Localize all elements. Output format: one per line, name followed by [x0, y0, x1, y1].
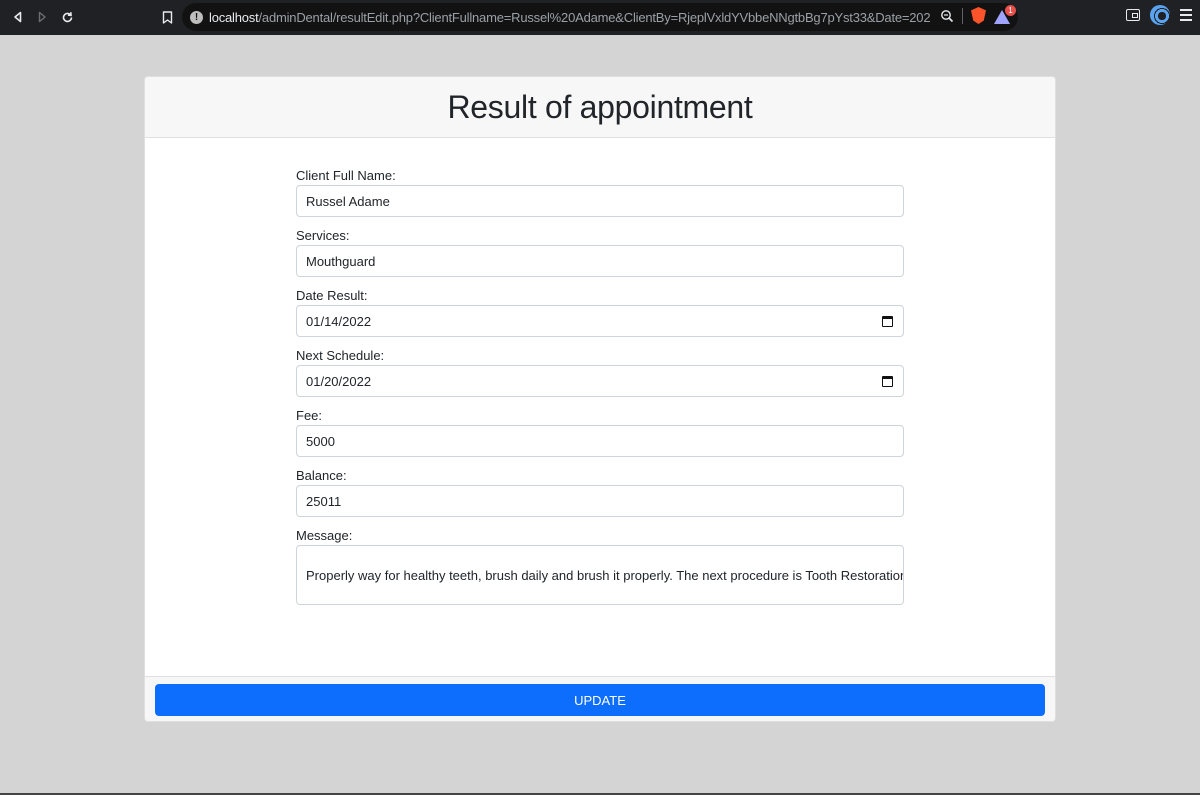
url-divider — [962, 7, 963, 24]
url-text[interactable]: localhost/adminDental/resultEdit.php?Cli… — [209, 10, 931, 25]
address-bar-tools: 1 — [940, 4, 1016, 24]
profile-avatar-icon[interactable] — [1150, 5, 1170, 25]
fee-input[interactable]: 5000 — [296, 425, 904, 457]
page-title: Result of appointment — [447, 88, 753, 125]
menu-icon[interactable] — [1180, 9, 1192, 21]
message-field-group: Message: Properly way for healthy teeth,… — [296, 527, 905, 605]
url-host: localhost — [209, 9, 259, 25]
url-path: /adminDental/resultEdit.php?ClientFullna… — [258, 9, 931, 25]
services-input[interactable]: Mouthguard — [296, 245, 904, 277]
result-card: Result of appointment Client Full Name: … — [144, 76, 1056, 722]
balance-label: Balance: — [296, 468, 347, 483]
client-name-field-group: Client Full Name: Russel Adame — [296, 167, 905, 217]
card-footer: UPDATE — [145, 676, 1055, 721]
date-result-value: 01/14/2022 — [306, 313, 372, 329]
brave-rewards-icon[interactable]: 1 — [994, 4, 1016, 24]
site-info-icon[interactable]: ! — [190, 10, 203, 24]
browser-toolbar: ! localhost/adminDental/resultEdit.php?C… — [0, 0, 1200, 35]
address-bar[interactable]: ! localhost/adminDental/resultEdit.php?C… — [182, 3, 1018, 31]
services-label: Services: — [296, 228, 350, 243]
bookmark-icon[interactable] — [155, 5, 179, 29]
fee-label: Fee: — [296, 408, 323, 423]
next-schedule-value: 01/20/2022 — [306, 373, 372, 389]
message-textarea[interactable]: Properly way for healthy teeth, brush da… — [296, 545, 904, 605]
message-value: Properly way for healthy teeth, brush da… — [306, 567, 904, 583]
next-schedule-field-group: Next Schedule: 01/20/2022 — [296, 347, 905, 397]
date-result-field-group: Date Result: 01/14/2022 — [296, 287, 905, 337]
result-form: Client Full Name: Russel Adame Services:… — [296, 167, 905, 615]
date-result-label: Date Result: — [296, 288, 368, 303]
back-icon[interactable] — [6, 5, 30, 29]
next-schedule-input[interactable]: 01/20/2022 — [296, 365, 904, 397]
update-button[interactable]: UPDATE — [155, 684, 1045, 716]
zoom-icon[interactable] — [940, 9, 954, 23]
rewards-badge: 1 — [1005, 4, 1016, 16]
calendar-icon[interactable] — [882, 316, 893, 327]
date-result-input[interactable]: 01/14/2022 — [296, 305, 904, 337]
balance-field-group: Balance: 25011 — [296, 467, 905, 517]
next-schedule-label: Next Schedule: — [296, 348, 385, 363]
message-label: Message: — [296, 528, 353, 543]
client-name-label: Client Full Name: — [296, 168, 396, 183]
brave-shields-icon[interactable] — [971, 7, 986, 24]
fee-value: 5000 — [306, 433, 335, 449]
fee-field-group: Fee: 5000 — [296, 407, 905, 457]
services-value: Mouthguard — [306, 253, 376, 269]
browser-right-tools — [1126, 5, 1192, 25]
balance-input[interactable]: 25011 — [296, 485, 904, 517]
wallet-icon[interactable] — [1126, 9, 1140, 21]
calendar-icon[interactable] — [882, 376, 893, 387]
forward-icon[interactable] — [30, 5, 54, 29]
balance-value: 25011 — [306, 493, 342, 509]
services-field-group: Services: Mouthguard — [296, 227, 905, 277]
client-name-input[interactable]: Russel Adame — [296, 185, 904, 217]
card-header: Result of appointment — [145, 77, 1055, 138]
reload-icon[interactable] — [55, 5, 79, 29]
